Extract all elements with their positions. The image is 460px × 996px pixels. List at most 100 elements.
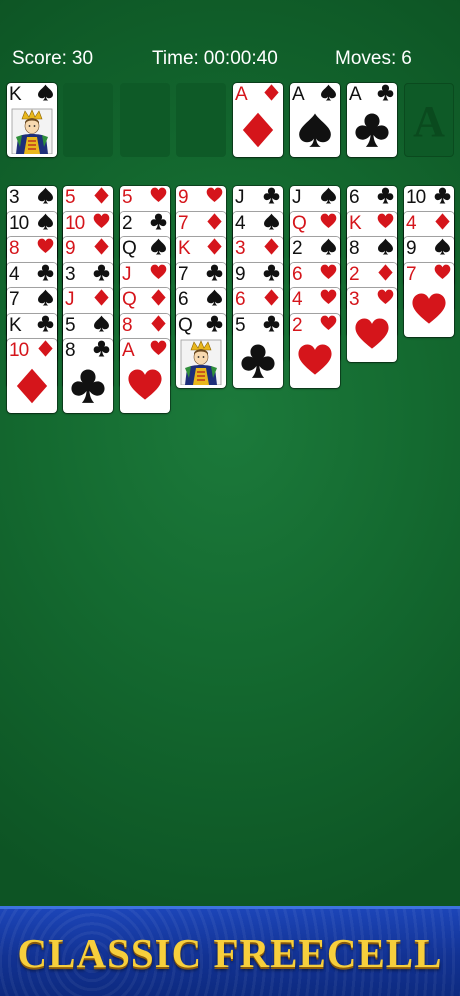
card-rank: 3 <box>349 289 360 310</box>
heart-center-pip-icon <box>355 318 389 349</box>
diamond-suit-icon <box>38 340 53 357</box>
heart-suit-icon <box>320 213 337 228</box>
card-rank: 10 <box>9 340 29 361</box>
card-rank: A <box>292 84 305 105</box>
club-suit-icon <box>150 213 167 229</box>
tableau-card[interactable]: 10 <box>7 339 57 413</box>
free-cell-1-card[interactable]: K <box>7 83 57 157</box>
diamond-suit-icon <box>207 238 222 255</box>
tableau-card[interactable]: 7 <box>404 262 454 337</box>
card-rank: 5 <box>65 187 76 208</box>
tableau-card[interactable]: 8 <box>63 339 113 413</box>
heart-suit-icon <box>320 264 337 279</box>
heart-suit-icon <box>377 213 394 228</box>
card-rank: J <box>65 289 74 310</box>
spade-center-pip-icon <box>299 113 331 147</box>
diamond-suit-icon <box>94 238 109 255</box>
diamond-suit-icon <box>435 212 450 230</box>
card-rank: A <box>235 84 248 105</box>
card-rank: 10 <box>9 212 29 234</box>
card-rank: 6 <box>235 289 246 310</box>
foundation-1-card[interactable]: A <box>233 83 283 157</box>
foundation-2-card[interactable]: A <box>290 83 340 157</box>
card-rank: Q <box>292 212 307 234</box>
card-rank: 8 <box>349 238 360 259</box>
card-rank: K <box>9 84 22 105</box>
foundation-placeholder: A <box>413 97 445 146</box>
card-rank: K <box>349 212 362 234</box>
card-rank: 9 <box>406 238 417 259</box>
banner-title: CLASSIC FREECELL <box>17 930 443 976</box>
tableau-card[interactable]: A <box>120 339 170 413</box>
free-cell-2[interactable] <box>63 83 113 157</box>
card-rank: 7 <box>9 289 20 310</box>
spade-suit-icon <box>435 238 450 255</box>
heart-suit-icon <box>93 213 110 228</box>
club-suit-icon <box>263 187 280 204</box>
card-rank: 2 <box>292 238 303 259</box>
spade-suit-icon <box>38 84 53 101</box>
spade-suit-icon <box>207 289 222 306</box>
card-rank: 10 <box>406 187 426 208</box>
club-suit-icon <box>93 340 110 357</box>
card-rank: Q <box>122 238 137 259</box>
status-bar: Score: 30 Time: 00:00:40 Moves: 6 <box>0 0 460 80</box>
card-rank: 4 <box>9 263 20 285</box>
card-rank: 3 <box>9 187 20 208</box>
heart-center-pip-icon <box>412 292 446 324</box>
moves-value: 6 <box>401 48 412 69</box>
spade-suit-icon <box>321 84 336 101</box>
club-suit-icon <box>434 187 451 204</box>
tableau-card[interactable]: 5 <box>233 313 283 388</box>
card-rank: 10 <box>65 212 85 234</box>
time-value: 00:00:40 <box>203 48 278 69</box>
card-rank: 4 <box>406 212 417 234</box>
foundation-3-card[interactable]: A <box>347 83 397 157</box>
card-rank: J <box>292 187 301 208</box>
free-cell-4[interactable] <box>176 83 226 157</box>
foundation-4[interactable]: A <box>404 83 454 157</box>
diamond-suit-icon <box>264 84 279 101</box>
spade-suit-icon <box>38 187 53 204</box>
score-label: Score: <box>12 48 67 69</box>
promo-banner: CLASSIC FREECELL <box>0 906 460 996</box>
card-rank: 3 <box>65 263 76 285</box>
club-suit-icon <box>206 315 223 331</box>
club-center-pip-icon <box>71 369 105 403</box>
tableau-card[interactable]: 3 <box>347 288 397 362</box>
tableau-card[interactable]: 2 <box>290 313 340 388</box>
card-rank: 5 <box>65 314 76 336</box>
time-display: Time: 00:00:40 <box>152 48 278 70</box>
card-rank: 5 <box>122 187 133 208</box>
queen-portrait-icon <box>180 339 222 385</box>
card-rank: A <box>349 84 362 105</box>
heart-suit-icon <box>377 289 394 304</box>
free-cell-3[interactable] <box>120 83 170 157</box>
score-value: 30 <box>71 48 94 69</box>
card-rank: 6 <box>349 187 360 208</box>
card-rank: 2 <box>349 263 360 285</box>
card-rank: 9 <box>65 238 76 259</box>
spade-suit-icon <box>38 213 53 229</box>
card-rank: 3 <box>235 238 246 259</box>
card-rank: 2 <box>292 314 303 336</box>
spade-suit-icon <box>151 238 166 255</box>
tableau-card[interactable]: Q <box>176 313 226 388</box>
heart-suit-icon <box>320 315 337 330</box>
club-center-pip-icon <box>241 343 275 378</box>
freecell-screen: { "header": { "score_label": "Score:", "… <box>0 0 460 996</box>
spade-suit-icon <box>38 289 53 306</box>
spade-suit-icon <box>378 238 393 255</box>
card-rank: 7 <box>178 263 189 285</box>
card-rank: 8 <box>65 340 76 361</box>
heart-suit-icon <box>37 238 54 253</box>
time-label: Time: <box>152 48 199 69</box>
moves-label: Moves: <box>335 48 397 69</box>
club-suit-icon <box>263 315 280 331</box>
diamond-suit-icon <box>264 238 279 255</box>
moves-display: Moves: 6 <box>335 48 412 70</box>
heart-suit-icon <box>206 187 223 202</box>
diamond-suit-icon <box>94 187 109 204</box>
card-rank: J <box>235 187 244 208</box>
card-rank: Q <box>122 289 137 310</box>
